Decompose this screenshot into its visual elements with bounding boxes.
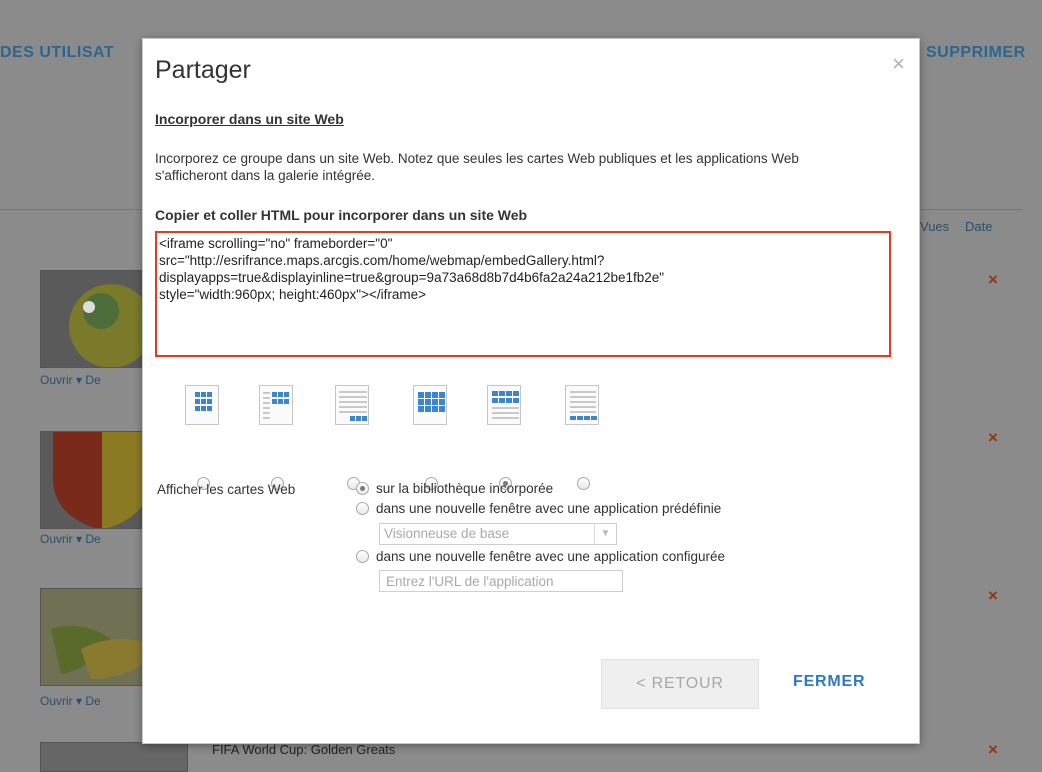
open-link-trail: De	[85, 373, 101, 387]
open-menu-link[interactable]: Ouvrir ▾ De	[40, 694, 101, 708]
close-icon[interactable]: ×	[892, 51, 905, 77]
layout-option[interactable]	[259, 385, 299, 490]
layout-option[interactable]	[335, 385, 375, 490]
option-configured-app[interactable]: dans une nouvelle fenêtre avec une appli…	[356, 549, 725, 564]
column-header-views[interactable]: Vues	[920, 219, 949, 234]
dialog-title: Partager	[155, 56, 251, 84]
open-link-trail: De	[85, 532, 101, 546]
option-configured-app-label: dans une nouvelle fenêtre avec une appli…	[376, 549, 726, 564]
open-link-label: Ouvrir ▾	[40, 532, 83, 546]
predefined-app-select[interactable]: Visionneuse de base ▼	[379, 523, 617, 545]
option-predefined-app[interactable]: dans une nouvelle fenêtre avec une appli…	[356, 501, 721, 516]
option-predefined-app-label: dans une nouvelle fenêtre avec une appli…	[376, 501, 722, 516]
remove-item-icon[interactable]: ×	[988, 740, 998, 760]
layout-list-footer-grid-icon[interactable]	[335, 385, 369, 425]
layout-option[interactable]	[185, 385, 225, 490]
chevron-down-icon[interactable]: ▼	[594, 524, 616, 544]
remove-item-icon[interactable]: ×	[988, 270, 998, 290]
layout-list-lines-icon[interactable]	[565, 385, 599, 425]
nav-users-tab[interactable]: DES UTILISAT	[0, 44, 114, 62]
predefined-app-select-value: Visionneuse de base	[384, 526, 510, 541]
open-menu-link[interactable]: Ouvrir ▾ De	[40, 532, 101, 546]
radio-embedded-gallery[interactable]	[356, 482, 369, 495]
open-link-label: Ouvrir ▾	[40, 373, 83, 387]
remove-item-icon[interactable]: ×	[988, 428, 998, 448]
code-label: Copier et coller HTML pour incorporer da…	[155, 207, 528, 223]
option-embedded-gallery-label: sur la bibliothèque incorporée	[376, 481, 554, 496]
back-button[interactable]: < RETOUR	[601, 659, 759, 709]
remove-item-icon[interactable]: ×	[988, 586, 998, 606]
layout-grid-top-icon[interactable]	[487, 385, 521, 425]
embed-description: Incorporez ce groupe dans un site Web. N…	[155, 151, 799, 183]
item-title[interactable]: FIFA World Cup: Golden Greats	[212, 742, 395, 757]
layout-option[interactable]	[487, 385, 527, 490]
item-thumbnail[interactable]	[40, 742, 188, 772]
layout-grid-right-icon[interactable]	[259, 385, 293, 425]
option-embedded-gallery[interactable]: sur la bibliothèque incorporée	[356, 481, 553, 496]
layout-radio[interactable]	[577, 477, 590, 490]
open-link-trail: De	[85, 694, 101, 708]
layout-grid-centered-icon[interactable]	[185, 385, 219, 425]
radio-predefined-app[interactable]	[356, 502, 369, 515]
layout-option[interactable]	[413, 385, 453, 490]
layout-grid-full-icon[interactable]	[413, 385, 447, 425]
app-url-input[interactable]	[379, 570, 623, 592]
nav-delete-link[interactable]: SUPPRIMER	[926, 44, 1026, 62]
open-link-label: Ouvrir ▾	[40, 694, 83, 708]
close-button[interactable]: FERMER	[793, 673, 865, 691]
column-header-date[interactable]: Date	[965, 219, 992, 234]
radio-configured-app[interactable]	[356, 550, 369, 563]
share-dialog: Partager × Incorporer dans un site Web I…	[142, 38, 920, 744]
open-menu-link[interactable]: Ouvrir ▾ De	[40, 373, 101, 387]
section-heading: Incorporer dans un site Web	[155, 111, 344, 127]
embed-code-textarea[interactable]: <iframe scrolling="no" frameborder="0" s…	[155, 231, 891, 357]
layout-option[interactable]	[565, 385, 605, 490]
display-webmaps-label: Afficher les cartes Web	[157, 482, 296, 497]
